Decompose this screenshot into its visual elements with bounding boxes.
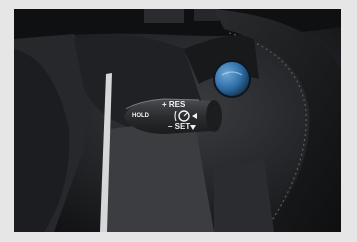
dashboard-switch: [144, 9, 184, 23]
stalk-end-cap: [206, 100, 222, 132]
car-interior-photo: + RES HOLD – SET: [14, 9, 341, 232]
image-frame: + RES HOLD – SET: [0, 0, 357, 242]
lower-right-panel: [214, 159, 274, 232]
hold-label: HOLD: [132, 113, 149, 119]
scene-svg: [14, 9, 341, 232]
res-label: + RES: [162, 100, 186, 109]
set-label: – SET: [168, 122, 191, 131]
